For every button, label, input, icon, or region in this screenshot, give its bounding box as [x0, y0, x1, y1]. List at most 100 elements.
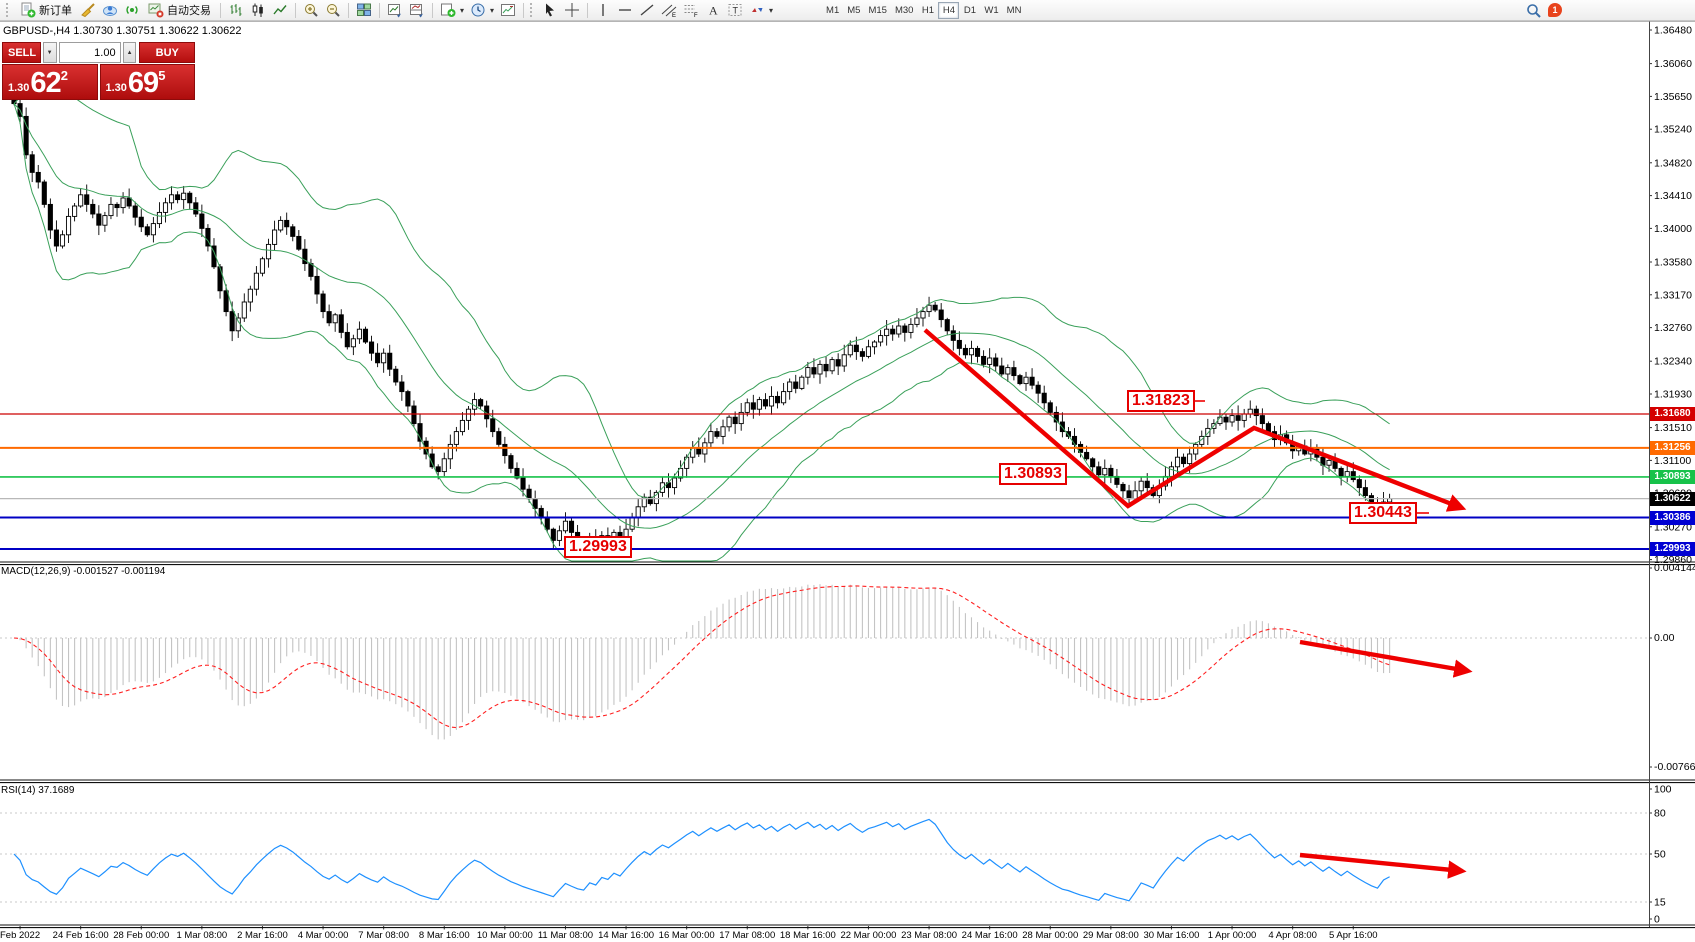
vline-tool-button[interactable]	[592, 1, 614, 19]
svg-text:1.36480: 1.36480	[1654, 25, 1692, 37]
broom-icon	[80, 2, 96, 18]
macd-indicator-label: MACD(12,26,9) -0.001527 -0.001194	[1, 566, 165, 577]
signal-icon	[124, 2, 140, 18]
svg-text:5 Apr 16:00: 5 Apr 16:00	[1329, 930, 1378, 941]
tile-windows-icon	[356, 2, 372, 18]
cursor-tool-button[interactable]	[539, 1, 561, 19]
text-tool-icon: A	[705, 2, 721, 18]
zoom-in-button[interactable]	[300, 1, 322, 19]
svg-text:Feb 2022: Feb 2022	[0, 930, 40, 941]
crosshair-tool-button[interactable]	[561, 1, 583, 19]
toolbar-grip	[530, 3, 535, 17]
label-tool-button[interactable]: T	[724, 1, 746, 19]
sell-price-tile[interactable]: 1.30 62 2	[2, 64, 98, 100]
hline-tool-button[interactable]	[614, 1, 636, 19]
arrow-shapes-icon	[749, 2, 765, 18]
arrows-tool-button[interactable]: ▾	[746, 1, 776, 19]
svg-text:100: 100	[1654, 784, 1672, 796]
sell-price-prefix: 1.30	[8, 82, 29, 94]
zoom-out-button[interactable]	[322, 1, 344, 19]
bar-chart-mode-button[interactable]	[225, 1, 247, 19]
profile-button[interactable]	[99, 1, 121, 19]
price-chart: 1.364801.360601.356501.352401.348201.344…	[0, 0, 1695, 942]
svg-text:1 Apr 00:00: 1 Apr 00:00	[1208, 930, 1257, 941]
dropdown-caret: ▾	[769, 6, 773, 15]
toolbar-right-icons: 1	[1526, 3, 1562, 18]
horizontal-line-icon	[617, 2, 633, 18]
indicator-window-icon	[409, 2, 425, 18]
zoom-in-icon	[303, 2, 319, 18]
tf-H4[interactable]: H4	[938, 2, 959, 19]
rsi-indicator-label: RSI(14) 37.1689	[1, 785, 74, 796]
toolbar-separator	[523, 3, 524, 18]
tf-W1[interactable]: W1	[980, 2, 1002, 19]
svg-text:24 Mar 16:00: 24 Mar 16:00	[962, 930, 1018, 941]
svg-text:24 Feb 16:00: 24 Feb 16:00	[53, 930, 109, 941]
svg-text:11 Mar 08:00: 11 Mar 08:00	[538, 930, 593, 941]
tf-H1[interactable]: H1	[917, 2, 938, 19]
svg-text:50: 50	[1654, 849, 1666, 861]
toolbar-separator	[295, 3, 296, 18]
svg-text:4 Mar 00:00: 4 Mar 00:00	[298, 930, 349, 941]
search-icon[interactable]	[1526, 3, 1541, 18]
fibonacci-tool-button[interactable]: F	[680, 1, 702, 19]
trendline-icon	[639, 2, 655, 18]
channel-icon: E	[661, 2, 677, 18]
tf-M15[interactable]: M15	[864, 2, 890, 19]
chart-shift-button[interactable]	[497, 1, 519, 19]
tf-M5[interactable]: M5	[843, 2, 864, 19]
volume-input[interactable]	[59, 42, 121, 63]
add-indicator-button[interactable]: ▾	[437, 1, 467, 19]
buy-price-prefix: 1.30	[106, 82, 127, 94]
autotrade-button[interactable]: 自动交易	[143, 1, 216, 19]
buy-price-tile[interactable]: 1.30 69 5	[100, 64, 196, 100]
data-window-button[interactable]	[384, 1, 406, 19]
svg-text:0: 0	[1654, 914, 1660, 926]
svg-text:18 Mar 16:00: 18 Mar 16:00	[780, 930, 836, 941]
tile-windows-button[interactable]	[353, 1, 375, 19]
candle-chart-mode-button[interactable]	[247, 1, 269, 19]
text-tool-button[interactable]: A	[702, 1, 724, 19]
autotrade-icon	[148, 2, 164, 18]
tf-M30[interactable]: M30	[891, 2, 917, 19]
mt4-terminal-window: { "toolbar": { "new_order_label": "新订单",…	[0, 0, 1695, 942]
timeframe-toolbar: M1M5M15M30H1H4D1W1MN	[822, 2, 1025, 19]
clock-icon	[470, 2, 486, 18]
tf-D1[interactable]: D1	[959, 2, 980, 19]
new-order-label: 新订单	[39, 2, 72, 18]
svg-text:23 Mar 08:00: 23 Mar 08:00	[901, 930, 957, 941]
svg-text:16 Mar 00:00: 16 Mar 00:00	[659, 930, 715, 941]
equidistant-channel-tool-button[interactable]: E	[658, 1, 680, 19]
indicator-window-button[interactable]	[406, 1, 428, 19]
svg-text:A: A	[709, 4, 718, 18]
svg-text:1.31100: 1.31100	[1654, 455, 1691, 467]
notification-badge[interactable]: 1	[1548, 3, 1562, 17]
chart-shift-icon	[500, 2, 516, 18]
svg-text:1.34000: 1.34000	[1654, 223, 1692, 235]
buy-price-big: 69	[128, 70, 158, 96]
svg-text:1.34410: 1.34410	[1654, 190, 1692, 202]
svg-text:4 Apr 08:00: 4 Apr 08:00	[1268, 930, 1317, 941]
buy-button[interactable]: BUY	[139, 42, 195, 63]
volume-decrease-button[interactable]: ▼	[43, 42, 57, 63]
volume-increase-button[interactable]: ▲	[123, 42, 137, 63]
toolbar-separator	[348, 3, 349, 18]
new-order-button[interactable]: 新订单	[15, 1, 77, 19]
sell-button[interactable]: SELL	[2, 42, 41, 63]
signals-button[interactable]	[121, 1, 143, 19]
label-tool-icon: T	[727, 2, 743, 18]
cursor-icon	[542, 2, 558, 18]
svg-text:E: E	[672, 13, 676, 18]
tf-M1[interactable]: M1	[822, 2, 843, 19]
candlestick-icon	[250, 2, 266, 18]
trendline-tool-button[interactable]	[636, 1, 658, 19]
svg-text:1.30270: 1.30270	[1654, 521, 1692, 533]
main-toolbar: 新订单 自动交易	[0, 0, 1695, 21]
zoom-out-icon	[325, 2, 341, 18]
cleanup-button[interactable]	[77, 1, 99, 19]
toolbar-separator	[432, 3, 433, 18]
tf-MN[interactable]: MN	[1003, 2, 1026, 19]
period-clock-button[interactable]: ▾	[467, 1, 497, 19]
svg-text:-0.007664: -0.007664	[1654, 761, 1695, 773]
line-chart-mode-button[interactable]	[269, 1, 291, 19]
